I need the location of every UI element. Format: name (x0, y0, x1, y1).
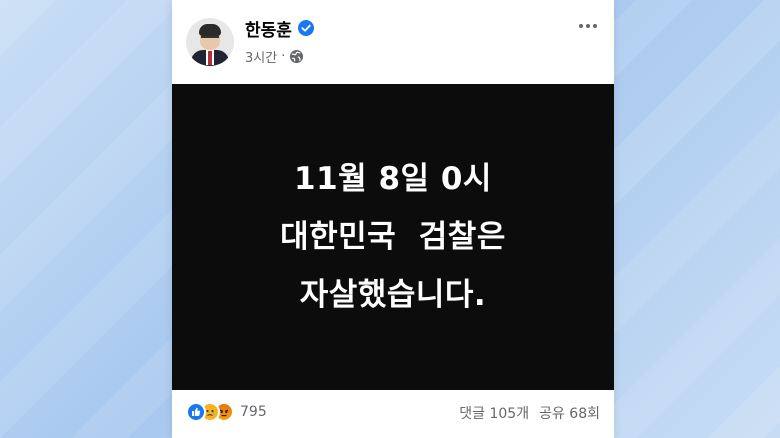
like-icon (186, 402, 206, 422)
post-meta: 3시간 · (245, 47, 304, 66)
reaction-summary[interactable]: 795 (186, 402, 267, 422)
author-avatar[interactable] (186, 18, 234, 66)
meta-separator: · (281, 49, 286, 64)
shares-count-link[interactable]: 공유 68회 (539, 403, 600, 423)
verified-badge-icon (297, 20, 314, 36)
more-options-icon[interactable] (574, 12, 602, 40)
image-text-line-1: 11월 8일 0시 (294, 161, 492, 197)
globe-icon[interactable] (289, 49, 304, 64)
image-text: 11월 8일 0시 대한민국 검찰은 자살했습니다. (280, 150, 506, 324)
comments-count-link[interactable]: 댓글 105개 (459, 403, 529, 423)
reaction-count: 795 (240, 404, 267, 420)
post-timestamp[interactable]: 3시간 (245, 47, 277, 66)
post-header: 한동훈 3시간 · (172, 0, 614, 84)
author-name-row: 한동훈 (245, 16, 314, 41)
post-footer: 795 댓글 105개 공유 68회 (172, 390, 614, 438)
engagement-stats: 댓글 105개 공유 68회 (459, 403, 600, 423)
image-text-line-3: 자살했습니다. (299, 277, 487, 313)
facebook-post-card: 한동훈 3시간 · 11월 8일 0시 대한민국 검찰은 자살했습니다. 795… (172, 0, 614, 438)
author-name[interactable]: 한동훈 (245, 16, 292, 41)
image-text-line-2: 대한민국 검찰은 (280, 219, 506, 255)
post-image[interactable]: 11월 8일 0시 대한민국 검찰은 자살했습니다. (172, 84, 614, 390)
